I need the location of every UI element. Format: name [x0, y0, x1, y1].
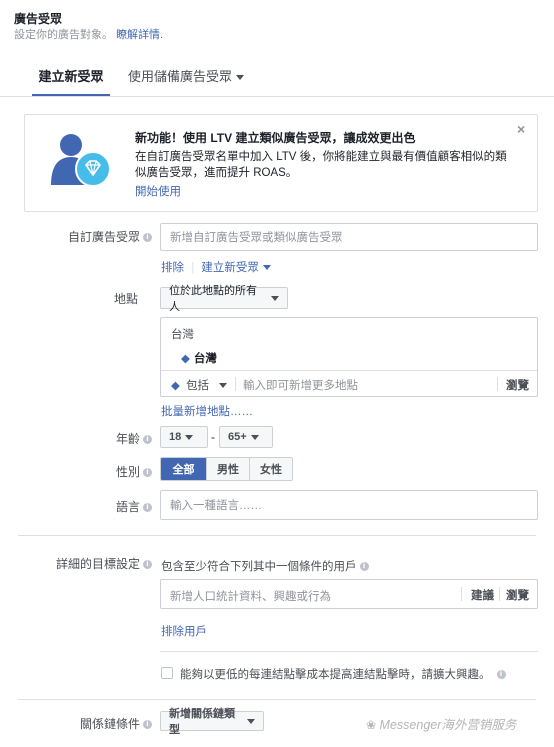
browse-locations-button[interactable]: 瀏覽 [506, 377, 529, 393]
age-label: 年齡 i [20, 430, 152, 447]
chevron-down-icon [262, 265, 271, 271]
gender-label: 性別 i [20, 463, 152, 480]
promo-get-started-link[interactable]: 開始使用 [135, 183, 181, 199]
add-location-input[interactable]: 輸入即可新增更多地點 [243, 377, 358, 393]
include-label: 包括 [186, 380, 210, 392]
tab-saved-audience[interactable]: 使用儲備廣告受眾 [128, 60, 245, 96]
input-divider [461, 587, 462, 601]
promo-title: 新功能！使用 LTV 建立類似廣告受眾，讓成效更出色 [135, 131, 416, 145]
chevron-down-icon [236, 75, 245, 81]
detailed-targeting-description: 包含至少符合下列其中一個條件的用戶 i [161, 558, 369, 574]
custom-audience-actions: 排除 | 建立新受眾 [161, 259, 271, 275]
gender-option-male[interactable]: 男性 [206, 458, 249, 480]
custom-audience-input[interactable]: 新增自訂廣告受眾或類似廣告受眾 [160, 223, 538, 251]
chevron-down-icon [185, 434, 194, 440]
learn-more-link[interactable]: 瞭解詳情. [116, 29, 163, 41]
age-min-value: 18 [169, 431, 182, 443]
expand-interests-label: 能夠以更低的每連結點擊成本提高連結點擊時，請擴大興趣。 [180, 669, 491, 681]
connection-type-value: 新增關係鏈類型 [169, 708, 235, 736]
tab-create-new[interactable]: 建立新受眾 [32, 60, 110, 96]
detailed-targeting-label: 詳細的目標設定 i [20, 555, 152, 572]
tab-create-new-label: 建立新受眾 [38, 69, 104, 84]
language-label: 語言 i [20, 498, 152, 515]
include-dropdown[interactable]: ◆ 包括 [171, 377, 228, 393]
wechat-icon: ❀ [366, 718, 377, 732]
custom-audience-label: 自訂廣告受眾 i [20, 228, 152, 245]
inner-divider [160, 651, 538, 652]
location-divider [497, 377, 498, 391]
map-pin-icon: ◆ [181, 353, 190, 365]
info-icon[interactable]: i [143, 720, 152, 730]
location-group-title: 台灣 [171, 329, 194, 341]
age-label-text: 年齡 [115, 432, 140, 446]
language-placeholder: 輸入一種語言…… [170, 500, 262, 512]
close-icon[interactable]: × [517, 121, 525, 137]
connections-label: 關係鏈條件 i [20, 715, 152, 732]
age-min-dropdown[interactable]: 18 [160, 426, 208, 448]
watermark-text: Messenger海外营销服务 [379, 718, 517, 732]
language-label-text: 語言 [115, 500, 140, 514]
exclude-people-link[interactable]: 排除用戶 [161, 623, 207, 639]
location-type-value: 位於此地點的所有人 [169, 285, 257, 313]
expand-interests-checkbox[interactable] [161, 667, 173, 679]
subtitle-text: 設定你的廣告對象。 [14, 29, 113, 41]
location-box: 台灣 ◆ 台灣 ◆ 包括 輸入即可新增更多地點 瀏覽 [160, 317, 538, 397]
section-divider [18, 699, 536, 700]
chevron-down-icon [247, 718, 255, 724]
chevron-down-icon [271, 295, 279, 301]
tab-saved-audience-label: 使用儲備廣告受眾 [128, 69, 233, 84]
section-divider [18, 535, 536, 536]
ltv-promo-card: 新功能！使用 LTV 建立類似廣告受眾，讓成效更出色 在自訂廣告受眾名單中加入 … [24, 114, 538, 212]
location-type-dropdown[interactable]: 位於此地點的所有人 [160, 285, 288, 313]
create-new-audience-link[interactable]: 建立新受眾 [201, 262, 259, 274]
promo-body: 在自訂廣告受眾名單中加入 LTV 後，你將能建立與最有價值顧客相似的類似廣告受眾… [135, 151, 507, 179]
selected-location-name: 台灣 [193, 353, 217, 365]
info-icon[interactable]: i [143, 435, 152, 445]
age-max-value: 65+ [228, 431, 247, 443]
gender-toggle: 全部 男性 女性 [160, 457, 293, 481]
info-icon[interactable]: i [143, 560, 152, 570]
custom-audience-placeholder: 新增自訂廣告受眾或類似廣告受眾 [170, 232, 343, 244]
bulk-add-locations-link[interactable]: 批量新增地點…… [161, 403, 253, 419]
detailed-targeting-description-text: 包含至少符合下列其中一個條件的用戶 [161, 561, 357, 573]
connections-label-text: 關係鏈條件 [79, 717, 140, 731]
info-icon[interactable]: i [496, 670, 506, 680]
gender-option-female[interactable]: 女性 [249, 458, 292, 480]
info-icon[interactable]: i [143, 468, 152, 478]
browse-targeting-button[interactable]: 瀏覽 [506, 587, 529, 603]
audience-diamond-icon [47, 129, 111, 189]
exclude-link[interactable]: 排除 [161, 262, 184, 274]
chevron-down-icon [219, 383, 228, 389]
watermark: ❀ Messenger海外营销服务 [366, 714, 516, 733]
location-divider [235, 377, 236, 391]
age-max-dropdown[interactable]: 65+ [219, 426, 273, 448]
info-icon[interactable]: i [359, 562, 369, 572]
gender-option-all[interactable]: 全部 [161, 458, 206, 480]
location-selected-item: ◆ 台灣 [181, 350, 217, 366]
connection-type-dropdown[interactable]: 新增關係鏈類型 [160, 708, 264, 736]
detailed-targeting-placeholder: 新增人口統計資料、興趣或行為 [170, 591, 331, 603]
info-icon[interactable]: i [143, 503, 152, 513]
location-label: 地點 [113, 292, 138, 306]
location-input-row: ◆ 包括 輸入即可新增更多地點 瀏覽 [161, 370, 537, 397]
panel-title: 廣告受眾 [14, 12, 63, 26]
separator: | [191, 262, 195, 274]
custom-audience-label-text: 自訂廣告受眾 [67, 230, 140, 244]
input-divider [499, 587, 500, 601]
chevron-down-icon [250, 434, 259, 440]
suggestions-button[interactable]: 建議 [471, 587, 494, 603]
age-dash: - [211, 430, 215, 444]
language-input[interactable]: 輸入一種語言…… [160, 490, 538, 520]
detailed-targeting-input[interactable]: 新增人口統計資料、興趣或行為 建議 瀏覽 [160, 579, 538, 609]
info-icon[interactable]: i [143, 233, 152, 243]
tabs-divider [0, 96, 554, 97]
map-pin-icon: ◆ [171, 380, 180, 392]
panel-subtitle: 設定你的廣告對象。 瞭解詳情. [14, 26, 163, 42]
gender-label-text: 性別 [115, 465, 140, 479]
expand-interests-text: 能夠以更低的每連結點擊成本提高連結點擊時，請擴大興趣。 i [180, 666, 506, 682]
detailed-targeting-label-text: 詳細的目標設定 [55, 557, 140, 571]
